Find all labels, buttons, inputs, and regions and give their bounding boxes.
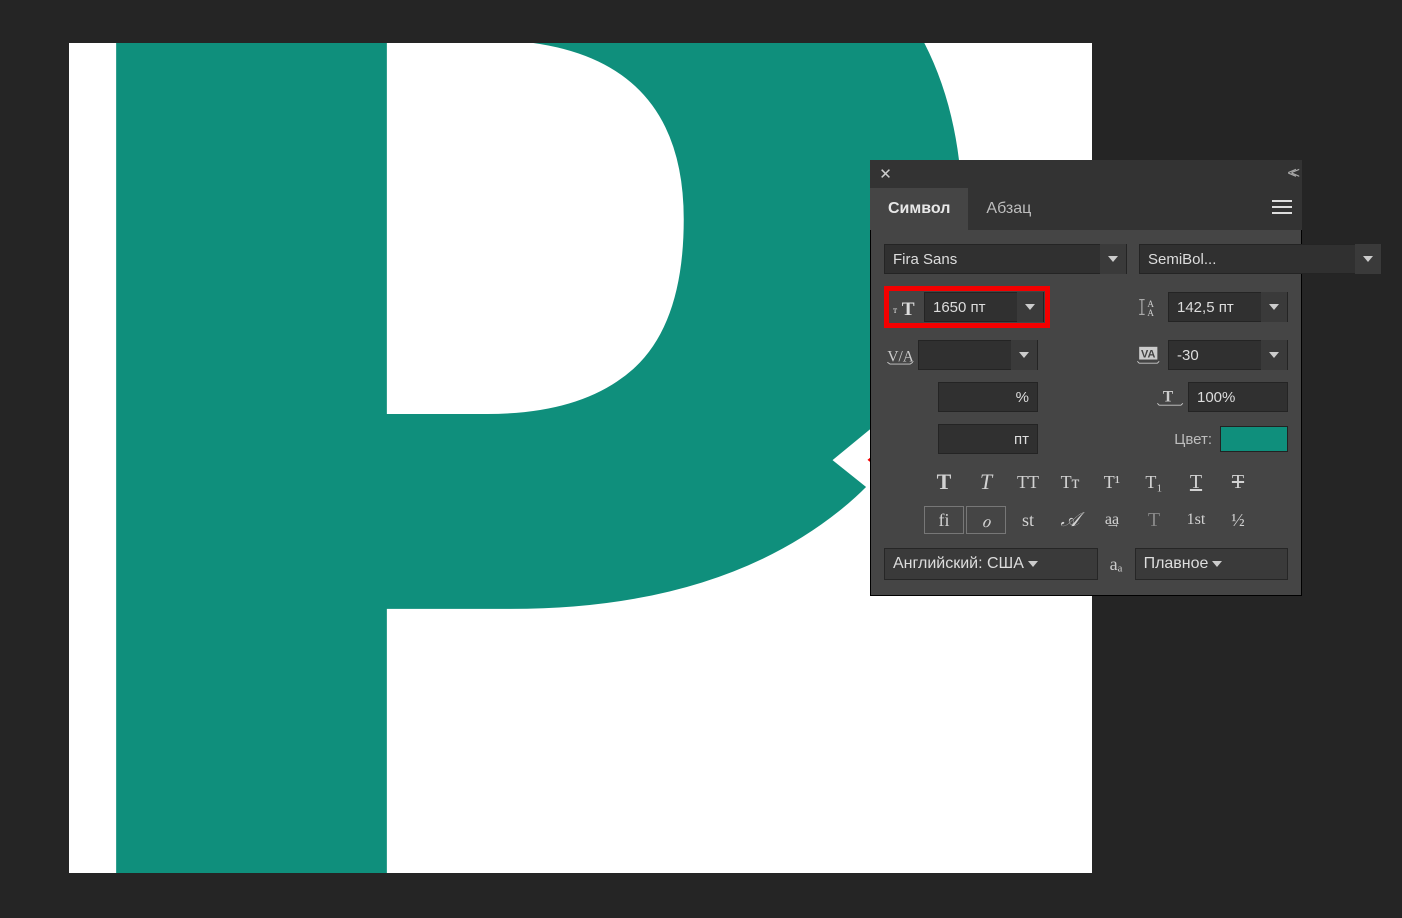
stylistic-alt-button[interactable]: a͢a	[1092, 506, 1132, 534]
faux-bold-button[interactable]: T	[924, 468, 964, 496]
antialias-icon: aₐ	[1110, 554, 1123, 575]
svg-text:T: T	[902, 299, 915, 317]
antialias-select[interactable]: Плавное	[1135, 548, 1288, 580]
leading-icon: AA	[1134, 297, 1168, 317]
kerning-dropdown-icon[interactable]	[1011, 340, 1037, 370]
horizontal-scale-icon: T	[1154, 387, 1188, 407]
svg-text:т: т	[893, 305, 898, 316]
svg-text:T: T	[1163, 389, 1174, 406]
type-style-row: T T TT Tᴛ T¹ T₁ T T	[884, 468, 1288, 496]
ligatures-button[interactable]: fi	[924, 506, 964, 534]
font-family-dropdown-icon[interactable]	[1100, 244, 1126, 274]
discretionary-lig-button[interactable]: st	[1008, 506, 1048, 534]
ordinals-button[interactable]: 1st	[1176, 506, 1216, 534]
contextual-alt-button[interactable]: ℴ	[966, 506, 1006, 534]
opentype-row: fi ℴ st 𝒜 a͢a T 1st ½	[884, 506, 1288, 534]
antialias-value: Плавное	[1144, 555, 1209, 573]
font-size-input[interactable]	[925, 293, 1017, 321]
font-family-input[interactable]	[885, 245, 1100, 273]
tracking-input[interactable]	[1169, 341, 1261, 369]
panel-titlebar: ✕ <<	[870, 160, 1302, 188]
horizontal-scale-input[interactable]	[1189, 383, 1287, 411]
titling-alt-button[interactable]: T	[1134, 506, 1174, 534]
swash-button[interactable]: 𝒜	[1050, 506, 1090, 534]
tracking-dropdown-icon[interactable]	[1261, 340, 1287, 370]
language-value: Английский: США	[893, 555, 1024, 573]
leading-dropdown-icon[interactable]	[1261, 292, 1287, 322]
kerning-icon: V/A	[884, 345, 918, 365]
smallcaps-button[interactable]: Tᴛ	[1050, 468, 1090, 496]
color-swatch[interactable]	[1220, 426, 1288, 452]
kerning-input[interactable]	[919, 341, 1011, 369]
allcaps-button[interactable]: TT	[1008, 468, 1048, 496]
strikethrough-button[interactable]: T	[1218, 468, 1258, 496]
leading-input[interactable]	[1169, 293, 1261, 321]
collapse-icon[interactable]: <<	[1287, 165, 1294, 183]
character-panel: ✕ << Символ Абзац тT	[870, 160, 1302, 596]
language-dropdown-icon[interactable]	[1024, 549, 1042, 579]
canvas-glyph: P	[69, 43, 979, 873]
svg-text:V/A: V/A	[887, 348, 914, 365]
svg-text:VA: VA	[1141, 349, 1155, 361]
font-size-icon: тT	[890, 297, 924, 317]
vertical-scale-input[interactable]	[939, 383, 1037, 411]
tab-bar: Символ Абзац	[870, 188, 1302, 230]
close-icon[interactable]: ✕	[878, 167, 893, 182]
flyout-menu-icon[interactable]	[1272, 200, 1292, 219]
tracking-icon: VA	[1134, 345, 1168, 365]
superscript-button[interactable]: T¹	[1092, 468, 1132, 496]
color-label: Цвет:	[1174, 431, 1212, 448]
underline-button[interactable]: T	[1176, 468, 1216, 496]
language-select[interactable]: Английский: США	[884, 548, 1098, 580]
font-style-dropdown-icon[interactable]	[1355, 244, 1381, 274]
tab-paragraph[interactable]: Абзац	[968, 188, 1049, 230]
tab-character[interactable]: Символ	[870, 188, 968, 230]
subscript-button[interactable]: T₁	[1134, 468, 1174, 496]
font-style-input[interactable]	[1140, 245, 1355, 273]
antialias-dropdown-icon[interactable]	[1208, 549, 1226, 579]
faux-italic-button[interactable]: T	[966, 468, 1006, 496]
fractions-button[interactable]: ½	[1218, 506, 1258, 534]
svg-text:A: A	[1147, 308, 1154, 317]
baseline-shift-input[interactable]	[939, 425, 1037, 453]
font-size-dropdown-icon[interactable]	[1017, 292, 1043, 322]
